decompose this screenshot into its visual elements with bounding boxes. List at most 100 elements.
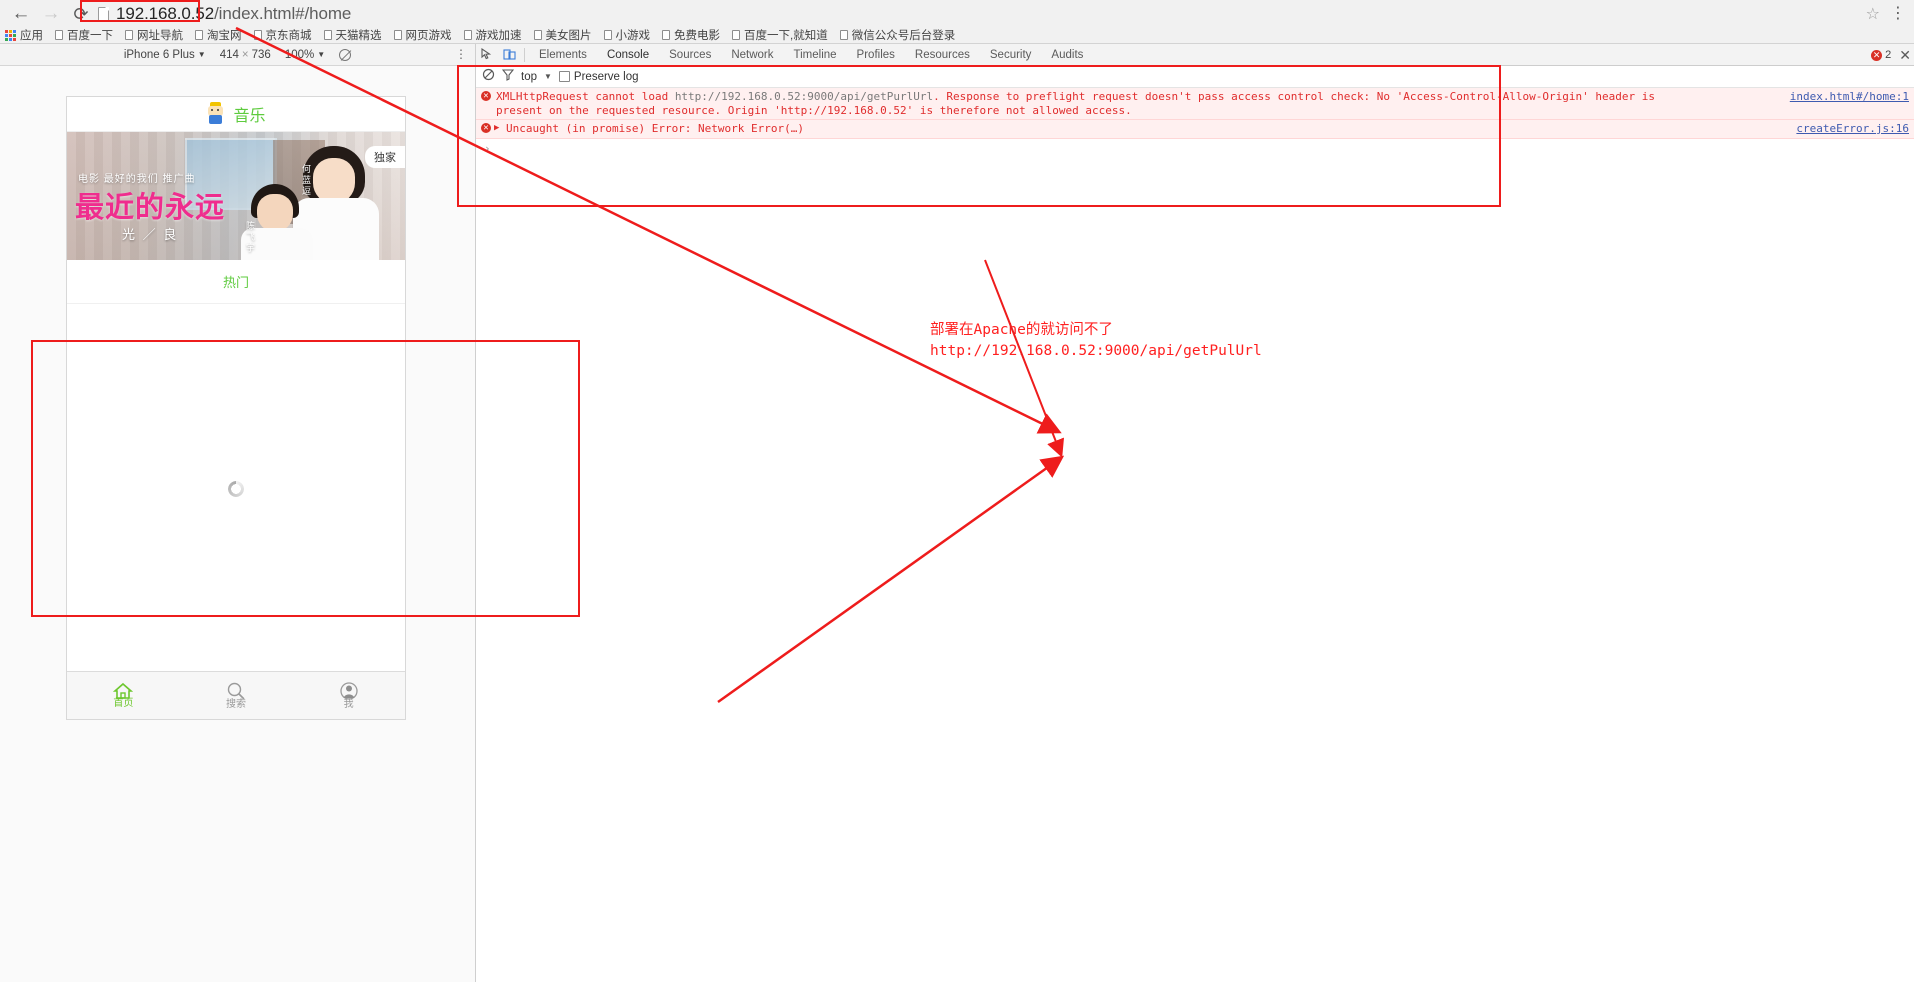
preserve-log-checkbox[interactable]: Preserve log [558,70,639,83]
bookmark-item[interactable]: 百度一下 [55,27,113,43]
bookmark-item[interactable]: 微信公众号后台登录 [839,27,956,43]
page-icon [732,30,740,40]
forward-arrow-icon[interactable]: → [36,0,66,27]
inspect-element-icon[interactable] [476,44,498,66]
bookmark-apps[interactable]: 应用 [5,27,43,43]
error-count-badge[interactable]: ✕ 2 [1871,49,1891,61]
console-message-line2: present on the requested resource. Origi… [496,103,1132,117]
tab-sources[interactable]: Sources [659,44,721,66]
bookmark-item[interactable]: 美女图片 [533,27,592,43]
home-icon [113,682,134,700]
checkbox-box [558,71,570,82]
devtools-toolbar-right: ✕ 2 ✕ [1871,44,1911,66]
bookmark-item[interactable]: 游戏加速 [463,27,522,43]
console-input-prompt[interactable]: › [476,139,1914,158]
chevron-down-icon: ▼ [197,50,206,59]
tab-label: 搜索 [226,699,246,710]
bookmark-label: 微信公众号后台登录 [851,30,956,42]
bookmark-star-icon[interactable]: ☆ [1866,4,1880,24]
message-text-a: XMLHttpRequest cannot load [496,90,675,103]
bookmark-item[interactable]: 网页游戏 [393,27,452,43]
console-error-message[interactable]: ✕ ▶ Uncaught (in promise) Error: Network… [476,120,1914,139]
banner-artist: 光 ／ 良 [122,227,179,242]
bookmark-item[interactable]: 京东商城 [253,27,312,43]
address-bar[interactable]: 192.168.0.52/index.html#/home [98,0,351,27]
reload-icon[interactable]: ⟳ [66,0,96,27]
bookmark-label: 百度一下,就知道 [744,30,828,42]
bookmark-item[interactable]: 百度一下,就知道 [732,27,828,43]
device-name: iPhone 6 Plus [123,48,195,61]
console-source-link[interactable]: createError.js:16 [1796,122,1909,136]
toolbar-right-icons: ☆ ⋮ [1866,0,1906,27]
bookmark-item[interactable]: 天猫精选 [323,27,382,43]
banner-caption: 电影 最好的我们 推广曲 [78,174,196,185]
banner-credit-right: 何蓝逗 [301,164,311,197]
console-message-line1: XMLHttpRequest cannot load http://192.16… [496,90,1715,104]
loading-spinner-icon [228,481,244,497]
viewport-size: 414 × 736 [220,49,271,61]
tab-label: 我 [343,699,354,710]
console-message-list: ✕ XMLHttpRequest cannot load http://192.… [476,88,1914,982]
message-url: http://192.168.0.52:9000/api/getPurlUrl [674,90,934,103]
tab-console[interactable]: Console [597,44,659,66]
section-hot-title[interactable]: 热门 [67,260,405,304]
viewport-height[interactable]: 736 [252,49,271,61]
bookmark-label: 网址导航 [137,30,183,42]
tab-network[interactable]: Network [721,44,783,66]
error-icon: ✕ [481,123,491,133]
bookmark-label: 免费电影 [674,30,720,42]
bookmark-label: 游戏加速 [475,30,522,42]
filter-icon[interactable] [501,68,515,86]
page-icon [323,30,332,40]
console-source-link[interactable]: index.html#/home:1 [1790,90,1909,104]
tab-resources[interactable]: Resources [905,44,980,66]
chrome-menu-icon[interactable]: ⋮ [1890,6,1906,21]
zoom-selector[interactable]: 100% ▼ [285,49,325,61]
browser-toolbar: ← → ⟳ 192.168.0.52/index.html#/home ☆ ⋮ [0,0,1914,27]
bookmark-item[interactable]: 免费电影 [662,27,720,43]
bookmark-label: 京东商城 [265,30,312,42]
tab-elements[interactable]: Elements [529,44,597,66]
tab-profiles[interactable]: Profiles [847,44,905,66]
console-error-message[interactable]: ✕ XMLHttpRequest cannot load http://192.… [476,88,1914,120]
tab-search[interactable]: 搜索 [180,681,293,710]
back-arrow-icon[interactable]: ← [6,0,36,27]
device-toolbar-menu-icon[interactable]: ⋮ [455,48,467,60]
bookmark-label: 网页游戏 [405,30,452,42]
page-info-icon[interactable] [98,6,109,21]
tab-audits[interactable]: Audits [1041,44,1093,66]
promo-banner[interactable]: 电影 最好的我们 推广曲 最近的永远 光 ／ 良 何蓝逗 陈飞宇 独家 [67,132,405,260]
tab-security[interactable]: Security [980,44,1042,66]
error-icon: ✕ [481,91,491,101]
bookmark-item[interactable]: 淘宝网 [195,27,242,43]
devtools-panel: Elements Console Sources Network Timelin… [475,44,1914,982]
tab-me[interactable]: 我 [292,681,405,710]
toggle-device-toolbar-icon[interactable] [498,44,520,66]
tab-timeline[interactable]: Timeline [784,44,847,66]
console-toolbar: top ▼ Preserve log [476,66,1914,88]
error-icon: ✕ [1871,49,1883,61]
apps-grid-icon [5,29,16,41]
close-icon[interactable]: ✕ [1899,48,1911,62]
bookmark-item[interactable]: 网址导航 [125,27,183,43]
bookmark-label: 小游戏 [615,30,651,42]
console-context-selector[interactable]: top [521,71,537,83]
tab-home[interactable]: 首页 [67,682,180,709]
rotate-screen-icon[interactable] [339,48,352,61]
url-text: 192.168.0.52/index.html#/home [116,4,351,24]
device-selector[interactable]: iPhone 6 Plus ▼ [124,49,206,61]
bookmark-item[interactable]: 小游戏 [603,27,651,43]
clear-console-icon[interactable] [482,68,495,86]
preserve-log-label: Preserve log [573,70,639,83]
expand-arrow-icon[interactable]: ▶ [494,122,499,136]
screenshot-root: ← → ⟳ 192.168.0.52/index.html#/home ☆ ⋮ … [0,0,1914,982]
bottom-tabbar: 首页 搜索 我 [67,671,405,719]
page-icon [393,30,402,40]
chevron-down-icon[interactable]: ▼ [544,72,552,81]
page-icon [55,30,63,40]
bookmark-label: 百度一下 [67,30,113,42]
page-icon [839,30,848,40]
content-loading-area [67,304,405,674]
message-text-b: . Response to preflight request doesn't … [933,90,1655,103]
viewport-width[interactable]: 414 [220,49,239,61]
